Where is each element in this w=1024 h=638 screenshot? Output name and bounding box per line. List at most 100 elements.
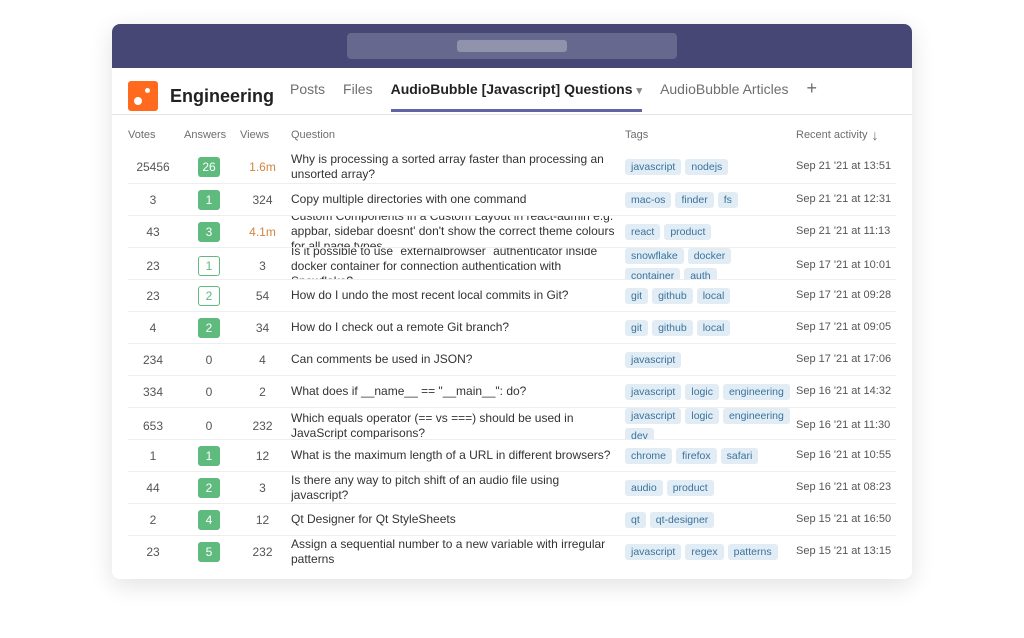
- tag-list: snowflakedocker container auth: [625, 248, 790, 279]
- tag[interactable]: javascript: [625, 352, 681, 368]
- answer-badge: 1: [198, 256, 220, 276]
- tag[interactable]: regex: [685, 544, 723, 560]
- view-count: 2: [240, 385, 285, 399]
- question-title[interactable]: Is there any way to pitch shift of an au…: [291, 473, 619, 503]
- tab-questions[interactable]: AudioBubble [Javascript] Questions▾: [391, 81, 642, 112]
- search-input[interactable]: [347, 33, 677, 59]
- question-title[interactable]: How do I check out a remote Git branch?: [291, 320, 619, 335]
- answer-badge: 2: [198, 318, 220, 338]
- tag[interactable]: local: [697, 288, 731, 304]
- table-row[interactable]: 2412Qt Designer for Qt StyleSheetsqtqt-d…: [128, 503, 896, 535]
- tag[interactable]: react: [625, 224, 660, 240]
- table-row[interactable]: 2313Is it possible to use `externalbrows…: [128, 247, 896, 279]
- tag[interactable]: engineering: [723, 408, 790, 424]
- app-window: Engineering PostsFilesAudioBubble [Javas…: [112, 24, 912, 579]
- question-title[interactable]: Can comments be used in JSON?: [291, 352, 619, 367]
- tag[interactable]: patterns: [728, 544, 778, 560]
- tag[interactable]: qt-designer: [650, 512, 715, 528]
- tag-list: qtqt-designer: [625, 512, 790, 528]
- col-recent-activity[interactable]: Recent activity ↓: [796, 127, 896, 143]
- question-title[interactable]: Assign a sequential number to a new vari…: [291, 537, 619, 567]
- recent-activity: Sep 21 '21 at 11:13: [796, 225, 896, 239]
- tag[interactable]: javascript: [625, 384, 681, 400]
- answer-badge: 0: [198, 382, 220, 402]
- question-title[interactable]: Is it possible to use `externalbrowser` …: [291, 247, 619, 279]
- table-row[interactable]: 25456261.6mWhy is processing a sorted ar…: [128, 151, 896, 183]
- tag[interactable]: mac-os: [625, 192, 671, 208]
- tag[interactable]: safari: [721, 448, 759, 464]
- col-question[interactable]: Question: [291, 129, 619, 141]
- question-title[interactable]: How do I undo the most recent local comm…: [291, 288, 619, 303]
- recent-activity: Sep 17 '21 at 09:05: [796, 321, 896, 335]
- question-title[interactable]: Custom Components in a Custom Layout in …: [291, 215, 619, 247]
- vote-count: 3: [128, 193, 178, 207]
- question-title[interactable]: Qt Designer for Qt StyleSheets: [291, 512, 619, 527]
- table-row[interactable]: 1112What is the maximum length of a URL …: [128, 439, 896, 471]
- table-row[interactable]: 23254How do I undo the most recent local…: [128, 279, 896, 311]
- vote-count: 4: [128, 321, 178, 335]
- view-count: 4: [240, 353, 285, 367]
- table-row[interactable]: 4334.1mCustom Components in a Custom Lay…: [128, 215, 896, 247]
- tag[interactable]: auth: [684, 268, 716, 279]
- question-title[interactable]: Which equals operator (== vs ===) should…: [291, 411, 619, 439]
- tag[interactable]: javascript: [625, 408, 681, 424]
- answer-count: 2: [184, 478, 234, 498]
- tag[interactable]: firefox: [676, 448, 717, 464]
- tag[interactable]: logic: [685, 384, 719, 400]
- table-row[interactable]: 6530232Which equals operator (== vs ===)…: [128, 407, 896, 439]
- answer-badge: 0: [198, 350, 220, 370]
- tab-files[interactable]: Files: [343, 81, 373, 112]
- tag[interactable]: snowflake: [625, 248, 684, 264]
- question-title[interactable]: Why is processing a sorted array faster …: [291, 152, 619, 182]
- tag[interactable]: product: [664, 224, 711, 240]
- tab-posts[interactable]: Posts: [290, 81, 325, 112]
- tag-list: gitgithublocal: [625, 320, 790, 336]
- answer-count: 3: [184, 222, 234, 242]
- tag[interactable]: finder: [675, 192, 713, 208]
- tag[interactable]: github: [652, 320, 693, 336]
- col-views[interactable]: Views: [240, 129, 285, 141]
- table-row[interactable]: 4423Is there any way to pitch shift of a…: [128, 471, 896, 503]
- tag[interactable]: javascript: [625, 544, 681, 560]
- app-header: [112, 24, 912, 68]
- tag[interactable]: chrome: [625, 448, 672, 464]
- question-title[interactable]: What does if __name__ == "__main__": do?: [291, 384, 619, 399]
- tag[interactable]: git: [625, 288, 648, 304]
- recent-activity: Sep 17 '21 at 10:01: [796, 259, 896, 273]
- tag[interactable]: qt: [625, 512, 646, 528]
- recent-activity: Sep 16 '21 at 11:30: [796, 419, 896, 433]
- tag[interactable]: dev: [625, 428, 654, 439]
- tab-articles[interactable]: AudioBubble Articles: [660, 81, 788, 112]
- answer-count: 5: [184, 542, 234, 562]
- table-row[interactable]: 4234How do I check out a remote Git bran…: [128, 311, 896, 343]
- view-count: 1.6m: [240, 160, 285, 174]
- tag[interactable]: docker: [688, 248, 732, 264]
- vote-count: 23: [128, 289, 178, 303]
- table-row[interactable]: 31324Copy multiple directories with one …: [128, 183, 896, 215]
- tag[interactable]: github: [652, 288, 693, 304]
- table-row[interactable]: 33402What does if __name__ == "__main__"…: [128, 375, 896, 407]
- tag[interactable]: local: [697, 320, 731, 336]
- tab-list: Posts Files AudioBubble [Javascript] Quest…: [290, 78, 817, 114]
- vote-count: 23: [128, 545, 178, 559]
- table-row[interactable]: 23404Can comments be used in JSON?javasc…: [128, 343, 896, 375]
- col-votes[interactable]: Votes: [128, 129, 178, 141]
- tag[interactable]: javascript: [625, 159, 681, 175]
- question-title[interactable]: Copy multiple directories with one comma…: [291, 192, 619, 207]
- tag-list: audioproduct: [625, 480, 790, 496]
- tag[interactable]: logic: [685, 408, 719, 424]
- recent-activity: Sep 17 '21 at 17:06: [796, 353, 896, 367]
- tag[interactable]: engineering: [723, 384, 790, 400]
- col-answers[interactable]: Answers: [184, 129, 234, 141]
- tag[interactable]: fs: [718, 192, 738, 208]
- recent-activity: Sep 21 '21 at 13:51: [796, 160, 896, 174]
- add-tab-button[interactable]: +: [806, 78, 817, 114]
- tag[interactable]: audio: [625, 480, 663, 496]
- tag[interactable]: nodejs: [685, 159, 728, 175]
- tag[interactable]: product: [667, 480, 714, 496]
- tag[interactable]: container: [625, 268, 680, 279]
- col-tags[interactable]: Tags: [625, 129, 790, 141]
- table-row[interactable]: 235232Assign a sequential number to a ne…: [128, 535, 896, 567]
- tag[interactable]: git: [625, 320, 648, 336]
- question-title[interactable]: What is the maximum length of a URL in d…: [291, 448, 619, 463]
